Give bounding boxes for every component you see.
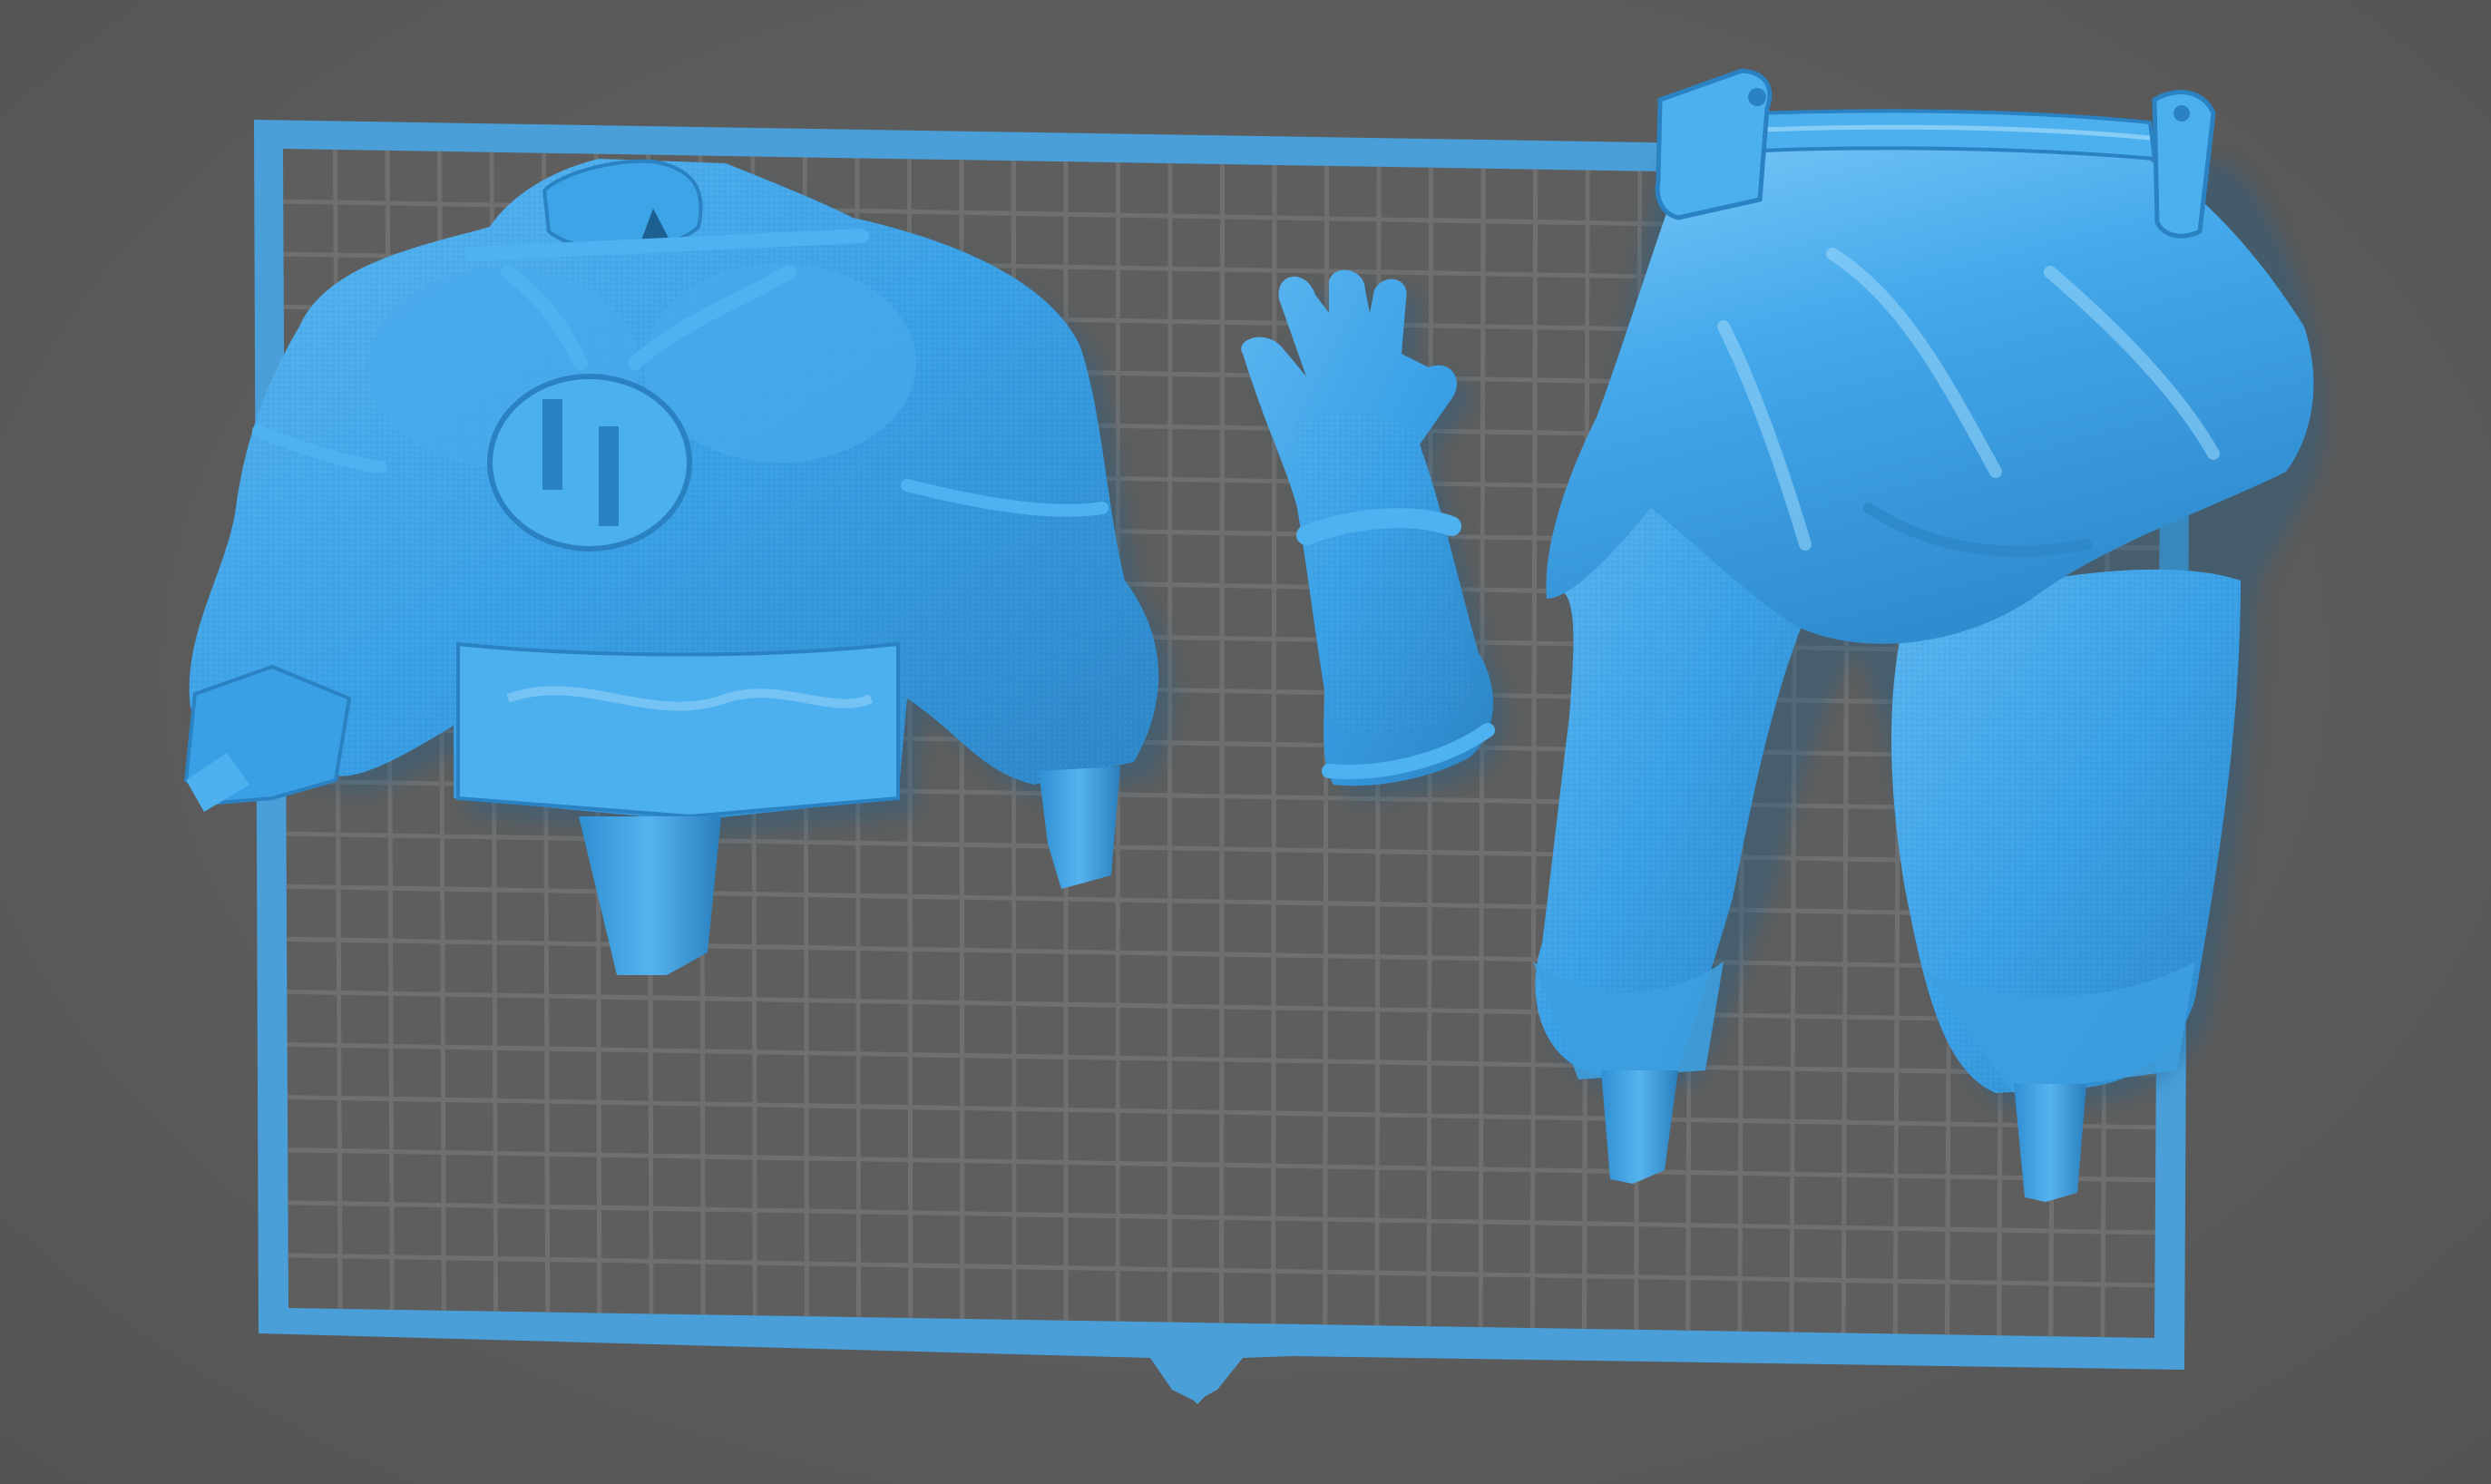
front-marker-shape [1150, 1358, 1243, 1404]
right-pouch-button [2174, 105, 2190, 122]
3d-viewport[interactable] [0, 0, 2491, 1484]
emblem-slot-right [599, 426, 619, 526]
right-leg-peg [2014, 1084, 2086, 1202]
waist-band [456, 641, 900, 819]
left-pouch-button [1748, 88, 1766, 106]
neck-stub [542, 159, 703, 252]
chest-emblem [487, 374, 692, 552]
scene-canvas[interactable] [0, 0, 2491, 1484]
triangle-down-icon [1150, 1358, 1243, 1404]
emblem-slot-left [542, 399, 562, 490]
